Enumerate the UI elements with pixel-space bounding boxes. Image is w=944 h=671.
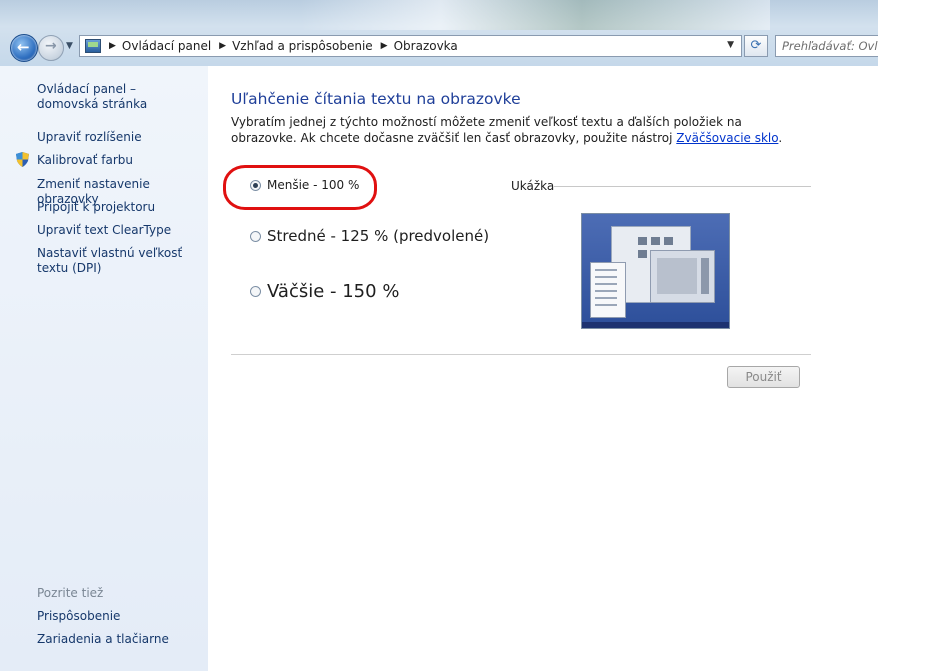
page-title: Uľahčenie čítania textu na obrazovke <box>231 90 521 108</box>
chevron-right-icon[interactable]: ▶ <box>219 41 226 51</box>
control-panel-icon <box>85 39 101 53</box>
sidebar-home-link[interactable]: Ovládací panel – domovská stránka <box>37 82 197 112</box>
breadcrumb-control-panel[interactable]: Ovládací panel <box>122 39 211 53</box>
sidebar-item-resolution[interactable]: Upraviť rozlíšenie <box>37 130 142 145</box>
description-text: Vybratím jednej z týchto možností môžete… <box>231 115 742 145</box>
radio-smaller[interactable] <box>250 179 261 191</box>
control-panel-window: ← → ▼ ▶ Ovládací panel ▶ Vzhľad a prispô… <box>0 0 878 671</box>
sidebar-item-calibrate-color[interactable]: Kalibrovať farbu <box>37 153 133 168</box>
sidebar-item-projector[interactable]: Pripojiť k projektoru <box>37 200 155 215</box>
option-smaller[interactable]: Menšie - 100 % <box>250 178 359 192</box>
preview-label: Ukážka <box>511 179 555 193</box>
option-medium[interactable]: Stredné - 125 % (predvolené) <box>250 227 489 245</box>
sidebar-item-cleartype[interactable]: Upraviť text ClearType <box>37 223 171 238</box>
recent-pages-dropdown-icon[interactable]: ▼ <box>66 41 73 51</box>
search-input[interactable]: Prehľadávať: Ovlá <box>775 35 878 57</box>
uac-shield-icon <box>16 152 29 167</box>
radio-larger[interactable] <box>250 286 261 297</box>
preview-taskbar <box>582 322 729 328</box>
see-also-heading: Pozrite tiež <box>37 586 104 600</box>
blank-area <box>878 0 944 671</box>
forward-arrow-icon: → <box>45 38 57 54</box>
back-button[interactable]: ← <box>10 34 38 62</box>
radio-medium[interactable] <box>250 230 261 242</box>
chevron-right-icon[interactable]: ▶ <box>381 41 388 51</box>
preview-window-document <box>650 250 715 303</box>
sidebar: Ovládací panel – domovská stránka Upravi… <box>0 66 208 671</box>
option-smaller-label: Menšie - 100 % <box>267 178 360 192</box>
apply-button[interactable]: Použiť <box>727 366 800 388</box>
forward-button[interactable]: → <box>38 35 64 61</box>
preview-image <box>581 213 730 329</box>
chevron-right-icon[interactable]: ▶ <box>109 41 116 51</box>
refresh-icon: ⟳ <box>750 38 762 53</box>
magnifier-link[interactable]: Zväčšovacie sklo <box>676 131 778 145</box>
content-divider <box>231 354 811 355</box>
sidebar-item-personalization[interactable]: Prispôsobenie <box>37 609 120 624</box>
sidebar-item-custom-dpi[interactable]: Nastaviť vlastnú veľkosť textu (DPI) <box>37 246 202 276</box>
option-larger[interactable]: Väčšie - 150 % <box>250 281 399 302</box>
window-chrome: ← → ▼ ▶ Ovládací panel ▶ Vzhľad a prispô… <box>0 0 878 66</box>
glass-background <box>300 0 770 30</box>
page-description: Vybratím jednej z týchto možností môžete… <box>231 114 811 146</box>
option-larger-label: Väčšie - 150 % <box>267 281 400 302</box>
address-dropdown-icon[interactable]: ▼ <box>727 40 734 50</box>
breadcrumb-appearance[interactable]: Vzhľad a prispôsobenie <box>232 39 373 53</box>
back-arrow-icon: ← <box>17 38 30 56</box>
refresh-button[interactable]: ⟳ <box>744 35 768 57</box>
preview-window-list <box>590 262 626 318</box>
address-bar[interactable]: ▶ Ovládací panel ▶ Vzhľad a prispôsobeni… <box>79 35 742 57</box>
breadcrumb-display[interactable]: Obrazovka <box>394 39 458 53</box>
preview-divider <box>554 186 811 187</box>
sidebar-item-devices-printers[interactable]: Zariadenia a tlačiarne <box>37 632 169 647</box>
description-end: . <box>778 131 783 145</box>
option-medium-label: Stredné - 125 % (predvolené) <box>267 227 490 245</box>
